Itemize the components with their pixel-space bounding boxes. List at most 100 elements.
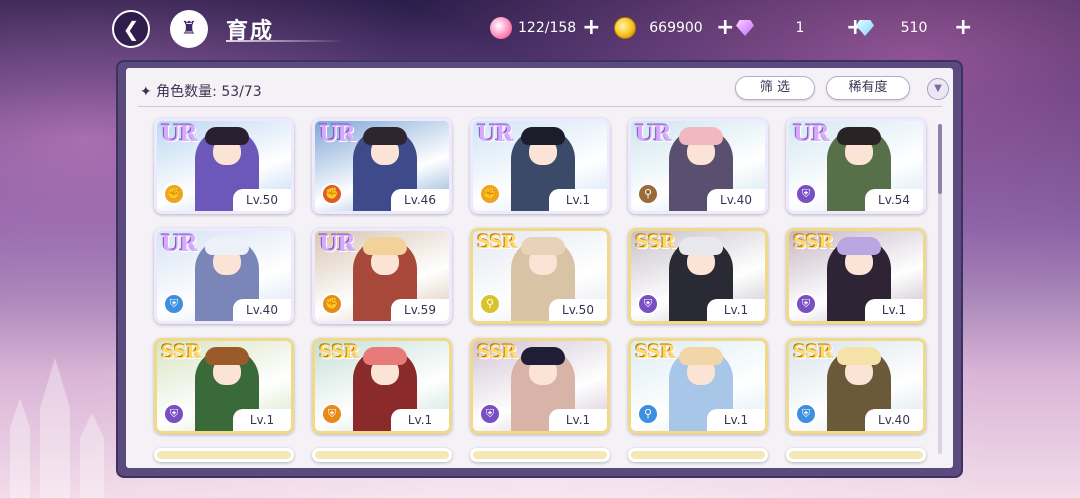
level-label: Lv.54 [865,189,923,211]
shield-icon: ⛨ [321,403,343,425]
character-hair [363,127,407,145]
character-card[interactable]: UR ⛨ Lv.40 [154,228,294,324]
rarity-badge: SSR [635,231,676,253]
top-bar: ❮ ♜ 育成 122/158 + 669900 + 1 + 510 + [0,0,1080,56]
shield-icon: ⛨ [795,403,817,425]
rarity-badge: SSR [161,341,202,363]
purple-gem-icon [736,20,754,36]
add-blue-gem-button[interactable]: + [954,17,972,39]
level-label: Lv.1 [707,409,765,431]
rarity-badge: SSR [319,341,360,363]
character-card-partial[interactable] [628,448,768,462]
character-card[interactable]: UR ✊ Lv.50 [154,118,294,214]
character-hair [837,127,881,145]
level-label: Lv.59 [391,299,449,321]
shield-icon: ⛨ [479,403,501,425]
character-hair [363,237,407,255]
character-card-partial[interactable] [312,448,452,462]
rarity-badge: SSR [793,231,834,253]
character-card[interactable]: SSR ⚲ Lv.1 [628,338,768,434]
filter-button[interactable]: 筛 选 [735,76,815,100]
level-label: Lv.46 [391,189,449,211]
character-hair [521,237,565,255]
character-hair [837,237,881,255]
character-card[interactable]: SSR ⛨ Lv.1 [154,338,294,434]
character-card[interactable]: SSR ⚲ Lv.50 [470,228,610,324]
scrollbar[interactable] [938,124,942,454]
add-candy-button[interactable]: + [582,17,600,39]
title-underline [226,40,346,42]
shield-icon: ⛨ [795,293,817,315]
character-panel: ✦ 角色数量: 53/73 筛 选 稀有度 ▼ UR ✊ Lv.50 UR ✊ Lv.46… [118,62,961,476]
blue-gem-value: 510 [900,20,928,36]
coin-icon [614,17,636,39]
shield-icon: ⛨ [163,293,185,315]
character-count: ✦ 角色数量: 53/73 [140,84,262,100]
candy-icon [490,17,512,39]
rarity-badge: SSR [793,341,834,363]
level-label: Lv.40 [233,299,291,321]
level-label: Lv.1 [233,409,291,431]
back-arrow-icon: ❮ [122,17,140,41]
rarity-badge: SSR [635,341,676,363]
rarity-badge: SSR [477,231,518,253]
sort-dropdown-button[interactable]: ▼ [927,78,949,100]
shield-icon: ⛨ [163,403,185,425]
rarity-badge: UR [319,231,355,257]
rarity-badge: UR [793,121,829,147]
character-hair [363,347,407,365]
character-card-partial[interactable] [786,448,926,462]
character-card[interactable]: UR ✊ Lv.1 [470,118,610,214]
character-card-partial[interactable] [154,448,294,462]
blue-gem-icon [856,20,874,36]
fist-icon: ✊ [321,293,343,315]
character-hair [679,347,723,365]
level-label: Lv.1 [707,299,765,321]
fist-icon: ✊ [321,183,343,205]
character-hair [205,237,249,255]
header-divider [138,106,942,107]
character-card[interactable]: UR ✊ Lv.46 [312,118,452,214]
home-button[interactable]: ♜ [170,10,208,48]
add-gold-button[interactable]: + [716,17,734,39]
rarity-badge: UR [161,121,197,147]
bat-icon: ⚲ [479,293,501,315]
character-card[interactable]: SSR ⛨ Lv.1 [312,338,452,434]
fist-icon: ✊ [163,183,185,205]
character-hair [837,347,881,365]
character-card[interactable]: UR ✊ Lv.59 [312,228,452,324]
level-label: Lv.1 [865,299,923,321]
back-button[interactable]: ❮ [112,10,150,48]
character-card[interactable]: UR ⛨ Lv.54 [786,118,926,214]
character-hair [679,237,723,255]
rarity-badge: UR [635,121,671,147]
sort-rarity-button[interactable]: 稀有度 [826,76,910,100]
resource-gold: 669900 + [614,14,734,42]
candy-value: 122/158 [518,20,577,36]
rarity-badge: UR [319,121,355,147]
fist-icon: ✊ [479,183,501,205]
level-label: Lv.50 [549,299,607,321]
character-hair [521,127,565,145]
rarity-badge: SSR [477,341,518,363]
character-card[interactable]: SSR ⛨ Lv.1 [470,338,610,434]
rarity-badge: UR [161,231,197,257]
character-hair [521,347,565,365]
rarity-badge: UR [477,121,513,147]
scrollbar-thumb[interactable] [938,124,942,194]
shield-icon: ⛨ [637,293,659,315]
bat-icon: ⚲ [637,183,659,205]
resource-purple-gem: 1 + [736,14,864,42]
character-hair [205,127,249,145]
character-card[interactable]: SSR ⛨ Lv.1 [786,228,926,324]
character-card-partial[interactable] [470,448,610,462]
character-hair [679,127,723,145]
character-card[interactable]: UR ⚲ Lv.40 [628,118,768,214]
level-label: Lv.1 [391,409,449,431]
character-card[interactable]: SSR ⛨ Lv.40 [786,338,926,434]
resource-candy: 122/158 + [490,14,601,42]
character-card[interactable]: SSR ⛨ Lv.1 [628,228,768,324]
shield-icon: ⛨ [795,183,817,205]
bat-icon: ⚲ [637,403,659,425]
resource-blue-gem: 510 + [856,14,972,42]
